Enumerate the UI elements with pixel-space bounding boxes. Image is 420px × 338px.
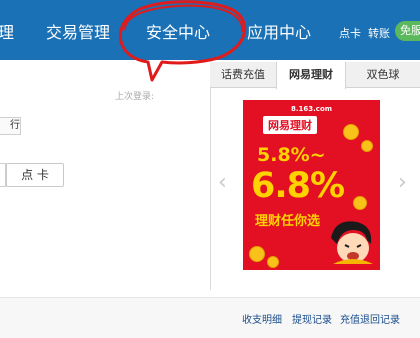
ad-brand-logo: 网易理财 [263, 116, 317, 134]
ad-domain: 8.163.com [291, 105, 333, 113]
nav-item-app-center[interactable]: 应用中心 [247, 19, 311, 43]
link-income-expense-details[interactable]: 收支明细 [242, 311, 282, 326]
free-badge[interactable]: 免服 [395, 21, 420, 41]
ad-rate-small: 5.8%~ [257, 144, 326, 166]
coin-decoration [267, 256, 279, 268]
partial-action-button[interactable]: 行 [0, 117, 21, 135]
link-recharge-refund-records[interactable]: 充值退回记录 [340, 311, 400, 326]
cartoon-character-illustration [331, 221, 373, 264]
finance-ad-banner[interactable]: 8.163.com 网易理财 5.8%~ 6.8% 理财任你选 [243, 100, 380, 270]
link-withdrawal-records[interactable]: 提现记录 [292, 311, 332, 326]
nav-link-card[interactable]: 点卡 [339, 25, 361, 41]
coin-decoration [343, 124, 359, 140]
tab-phone-recharge[interactable]: 话费充值 [210, 62, 276, 88]
chevron-right-icon[interactable]: › [398, 172, 407, 194]
card-button[interactable]: 点 卡 [6, 163, 64, 187]
tab-double-color-ball[interactable]: 双色球 [346, 62, 420, 88]
nav-item-partial[interactable]: 理 [0, 19, 14, 43]
coin-decoration [361, 140, 373, 152]
coin-decoration [353, 196, 367, 210]
last-login-label: 上次登录: [115, 92, 155, 102]
ad-rate-big: 6.8% [251, 166, 345, 206]
nav-link-transfer[interactable]: 转账 [368, 25, 390, 41]
tab-netease-finance[interactable]: 网易理财 [276, 62, 346, 89]
promo-tabs: 话费充值 网易理财 双色球 [210, 62, 420, 89]
nav-item-security-center[interactable]: 安全中心 [146, 19, 210, 43]
nav-item-transactions[interactable]: 交易管理 [46, 19, 110, 43]
ad-slogan: 理财任你选 [255, 214, 321, 229]
coin-decoration [249, 246, 265, 262]
chevron-left-icon[interactable]: ‹ [218, 172, 227, 194]
